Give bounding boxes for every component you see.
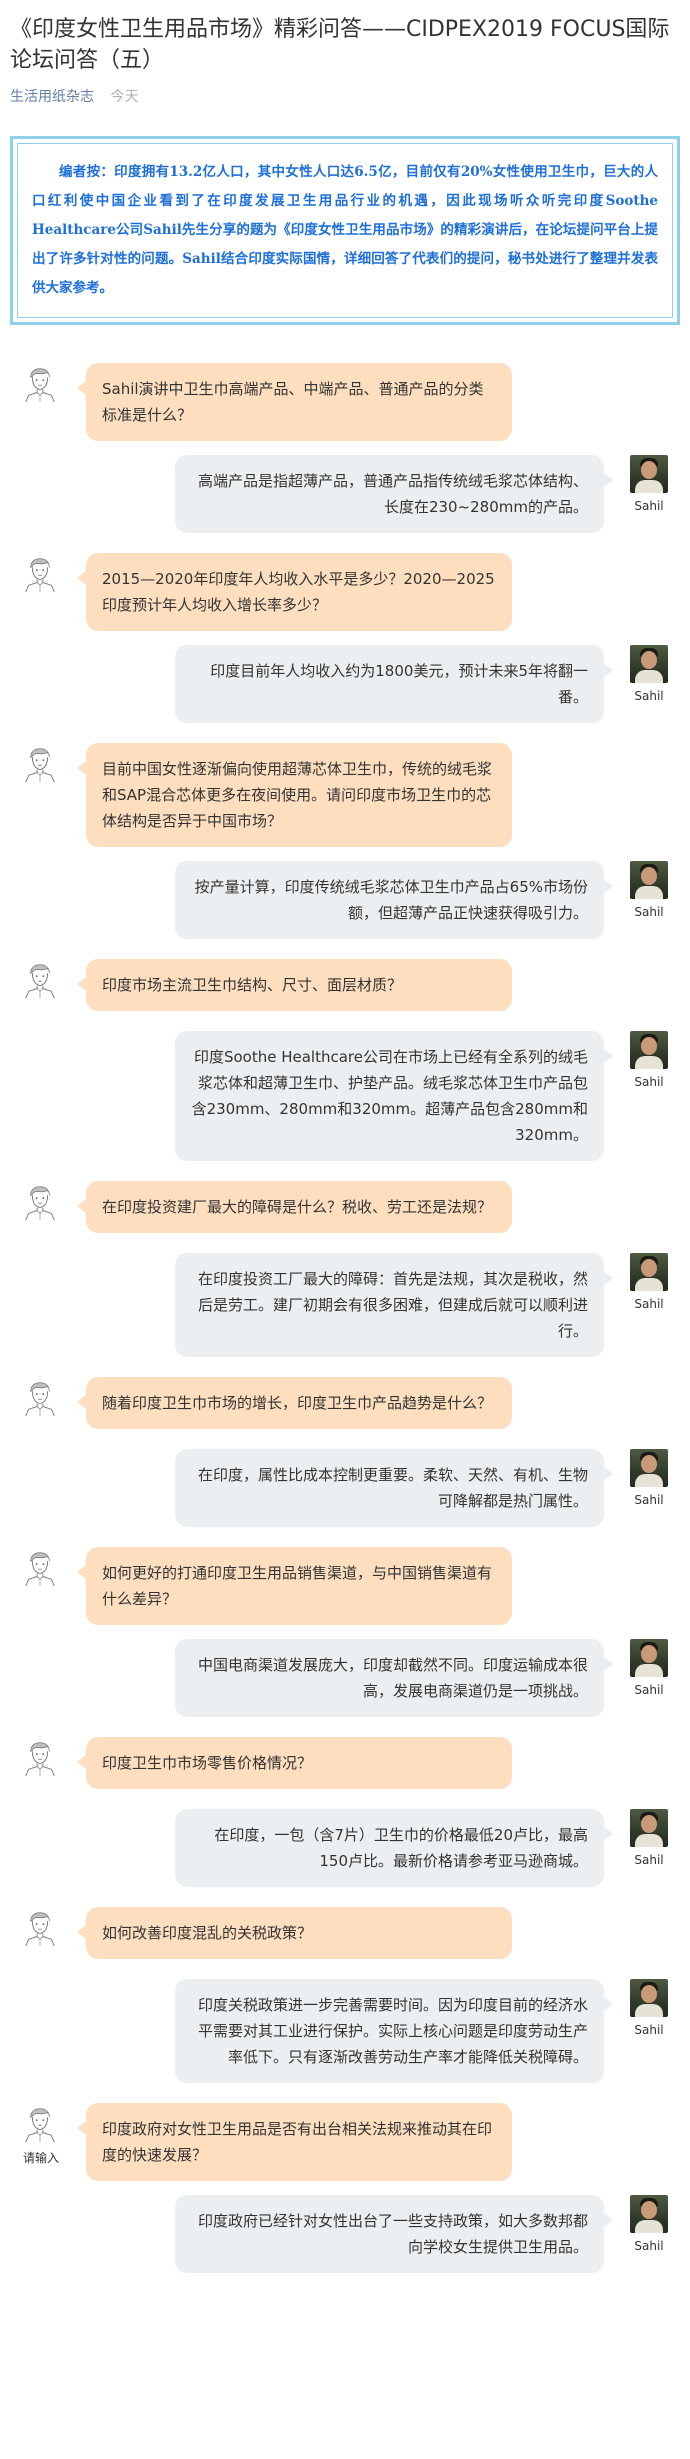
sketch-person-icon <box>21 1908 59 1946</box>
answerer-avatar <box>630 1253 668 1291</box>
editor-note-box: 编者按：印度拥有13.2亿人口，其中女性人口达6.5亿，目前仅有20%女性使用卫… <box>10 136 680 325</box>
answer-row: 印度Soothe Healthcare公司在市场上已经有全系列的绒毛浆芯体和超薄… <box>10 1017 680 1161</box>
question-bubble: 印度政府对女性卫生用品是否有出台相关法规来推动其在印度的快速发展？ <box>77 2103 512 2181</box>
question-row: 如何改善印度混乱的关税政策？ <box>10 1887 680 1965</box>
answer-bubble: 在印度，属性比成本控制更重要。柔软、天然、有机、生物可降解都是热门属性。 <box>175 1449 613 1527</box>
answerer-name: Sahil <box>634 1683 664 1697</box>
qa-list: Sahil演讲中卫生巾高端产品、中端产品、普通产品的分类标准是什么？ 高端产品是… <box>10 343 680 2273</box>
answerer-avatar <box>630 1639 668 1677</box>
answer-row: 印度目前年人均收入约为1800美元，预计未来5年将翻一番。 Sahil <box>10 631 680 723</box>
answer-bubble: 按产量计算，印度传统绒毛浆芯体卫生巾产品占65%市场份额，但超薄产品正快速获得吸… <box>175 861 613 939</box>
answer-row: 印度政府已经针对女性出台了一些支持政策，如大多数邦都向学校女生提供卫生用品。 S… <box>10 2181 680 2273</box>
question-row: 在印度投资建厂最大的障碍是什么？税收、劳工还是法规？ <box>10 1161 680 1239</box>
article-meta: 生活用纸杂志 今天 <box>10 86 680 106</box>
article-title: 《印度女性卫生用品市场》精彩问答——CIDPEX2019 FOCUS国际论坛问答… <box>10 17 670 73</box>
answer-row: 在印度投资工厂最大的障碍：首先是法规，其次是税收，然后是劳工。建厂初期会有很多困… <box>10 1239 680 1357</box>
answerer-name: Sahil <box>634 499 664 513</box>
sketch-person-icon <box>21 1182 59 1220</box>
asker-avatar <box>20 363 60 403</box>
question-bubble: 随着印度卫生巾市场的增长，印度卫生巾产品趋势是什么？ <box>77 1377 512 1429</box>
answer-bubble: 印度Soothe Healthcare公司在市场上已经有全系列的绒毛浆芯体和超薄… <box>175 1031 613 1161</box>
question-row: 印度政府对女性卫生用品是否有出台相关法规来推动其在印度的快速发展？ 请输入 <box>10 2083 680 2181</box>
answerer-avatar <box>630 1809 668 1847</box>
sketch-person-icon <box>21 744 59 782</box>
publish-date: 今天 <box>110 89 139 105</box>
sketch-person-icon <box>21 1548 59 1586</box>
answerer-avatar <box>630 645 668 683</box>
question-bubble: 目前中国女性逐渐偏向使用超薄芯体卫生巾，传统的绒毛浆和SAP混合芯体更多在夜间使… <box>77 743 512 847</box>
answerer-name: Sahil <box>634 1853 664 1867</box>
answer-bubble: 印度关税政策进一步完善需要时间。因为印度目前的经济水平需要对其工业进行保护。实际… <box>175 1979 613 2083</box>
question-row: Sahil演讲中卫生巾高端产品、中端产品、普通产品的分类标准是什么？ <box>10 343 680 441</box>
asker-avatar <box>20 1181 60 1221</box>
answerer-avatar <box>630 455 668 493</box>
answerer-avatar <box>630 1979 668 2017</box>
answer-bubble: 印度政府已经针对女性出台了一些支持政策，如大多数邦都向学校女生提供卫生用品。 <box>175 2195 613 2273</box>
question-bubble: 在印度投资建厂最大的障碍是什么？税收、劳工还是法规？ <box>77 1181 512 1233</box>
question-bubble: 2015—2020年印度年人均收入水平是多少？2020—2025印度预计年人均收… <box>77 553 512 631</box>
asker-avatar <box>20 1547 60 1587</box>
question-row: 印度市场主流卫生巾结构、尺寸、面层材质？ <box>10 939 680 1017</box>
asker-caption: 请输入 <box>22 2151 59 2165</box>
answer-row: 高端产品是指超薄产品，普通产品指传统绒毛浆芯体结构、长度在230~280mm的产… <box>10 441 680 533</box>
answerer-avatar <box>630 2195 668 2233</box>
answer-bubble: 印度目前年人均收入约为1800美元，预计未来5年将翻一番。 <box>175 645 613 723</box>
answerer-avatar <box>630 1449 668 1487</box>
article-page: 《印度女性卫生用品市场》精彩问答——CIDPEX2019 FOCUS国际论坛问答… <box>0 0 690 2273</box>
editor-note-text: 编者按：印度拥有13.2亿人口，其中女性人口达6.5亿，目前仅有20%女性使用卫… <box>17 143 673 318</box>
answerer-avatar <box>630 1031 668 1069</box>
account-name-link[interactable]: 生活用纸杂志 <box>10 89 94 105</box>
question-row: 目前中国女性逐渐偏向使用超薄芯体卫生巾，传统的绒毛浆和SAP混合芯体更多在夜间使… <box>10 723 680 847</box>
answer-row: 在印度，属性比成本控制更重要。柔软、天然、有机、生物可降解都是热门属性。 Sah… <box>10 1435 680 1527</box>
answer-row: 在印度，一包（含7片）卫生巾的价格最低20卢比，最高150卢比。最新价格请参考亚… <box>10 1795 680 1887</box>
answerer-name: Sahil <box>634 905 664 919</box>
answer-bubble: 在印度，一包（含7片）卫生巾的价格最低20卢比，最高150卢比。最新价格请参考亚… <box>175 1809 613 1887</box>
sketch-person-icon <box>21 554 59 592</box>
asker-avatar <box>20 1737 60 1777</box>
answerer-name: Sahil <box>634 1297 664 1311</box>
question-bubble: 印度市场主流卫生巾结构、尺寸、面层材质？ <box>77 959 512 1011</box>
asker-avatar <box>20 959 60 999</box>
sketch-person-icon <box>21 1378 59 1416</box>
sketch-person-icon <box>21 364 59 402</box>
question-bubble: 如何更好的打通印度卫生用品销售渠道，与中国销售渠道有什么差异？ <box>77 1547 512 1625</box>
answerer-name: Sahil <box>634 2023 664 2037</box>
answerer-name: Sahil <box>634 2239 664 2253</box>
answer-bubble: 高端产品是指超薄产品，普通产品指传统绒毛浆芯体结构、长度在230~280mm的产… <box>175 455 613 533</box>
question-row: 2015—2020年印度年人均收入水平是多少？2020—2025印度预计年人均收… <box>10 533 680 631</box>
answer-row: 按产量计算，印度传统绒毛浆芯体卫生巾产品占65%市场份额，但超薄产品正快速获得吸… <box>10 847 680 939</box>
question-bubble: 印度卫生巾市场零售价格情况？ <box>77 1737 512 1789</box>
answer-row: 中国电商渠道发展庞大，印度却截然不同。印度运输成本很高，发展电商渠道仍是一项挑战… <box>10 1625 680 1717</box>
answerer-name: Sahil <box>634 1075 664 1089</box>
answerer-name: Sahil <box>634 1493 664 1507</box>
answer-bubble: 中国电商渠道发展庞大，印度却截然不同。印度运输成本很高，发展电商渠道仍是一项挑战… <box>175 1639 613 1717</box>
asker-avatar <box>20 2103 60 2143</box>
question-bubble: Sahil演讲中卫生巾高端产品、中端产品、普通产品的分类标准是什么？ <box>77 363 512 441</box>
question-row: 随着印度卫生巾市场的增长，印度卫生巾产品趋势是什么？ <box>10 1357 680 1435</box>
question-row: 印度卫生巾市场零售价格情况？ <box>10 1717 680 1795</box>
answer-bubble: 在印度投资工厂最大的障碍：首先是法规，其次是税收，然后是劳工。建厂初期会有很多困… <box>175 1253 613 1357</box>
answerer-name: Sahil <box>634 689 664 703</box>
asker-avatar <box>20 1907 60 1947</box>
asker-avatar <box>20 1377 60 1417</box>
question-row: 如何更好的打通印度卫生用品销售渠道，与中国销售渠道有什么差异？ <box>10 1527 680 1625</box>
sketch-person-icon <box>21 2104 59 2142</box>
asker-avatar <box>20 553 60 593</box>
asker-avatar <box>20 743 60 783</box>
answer-row: 印度关税政策进一步完善需要时间。因为印度目前的经济水平需要对其工业进行保护。实际… <box>10 1965 680 2083</box>
sketch-person-icon <box>21 1738 59 1776</box>
sketch-person-icon <box>21 960 59 998</box>
answerer-avatar <box>630 861 668 899</box>
question-bubble: 如何改善印度混乱的关税政策？ <box>77 1907 512 1959</box>
